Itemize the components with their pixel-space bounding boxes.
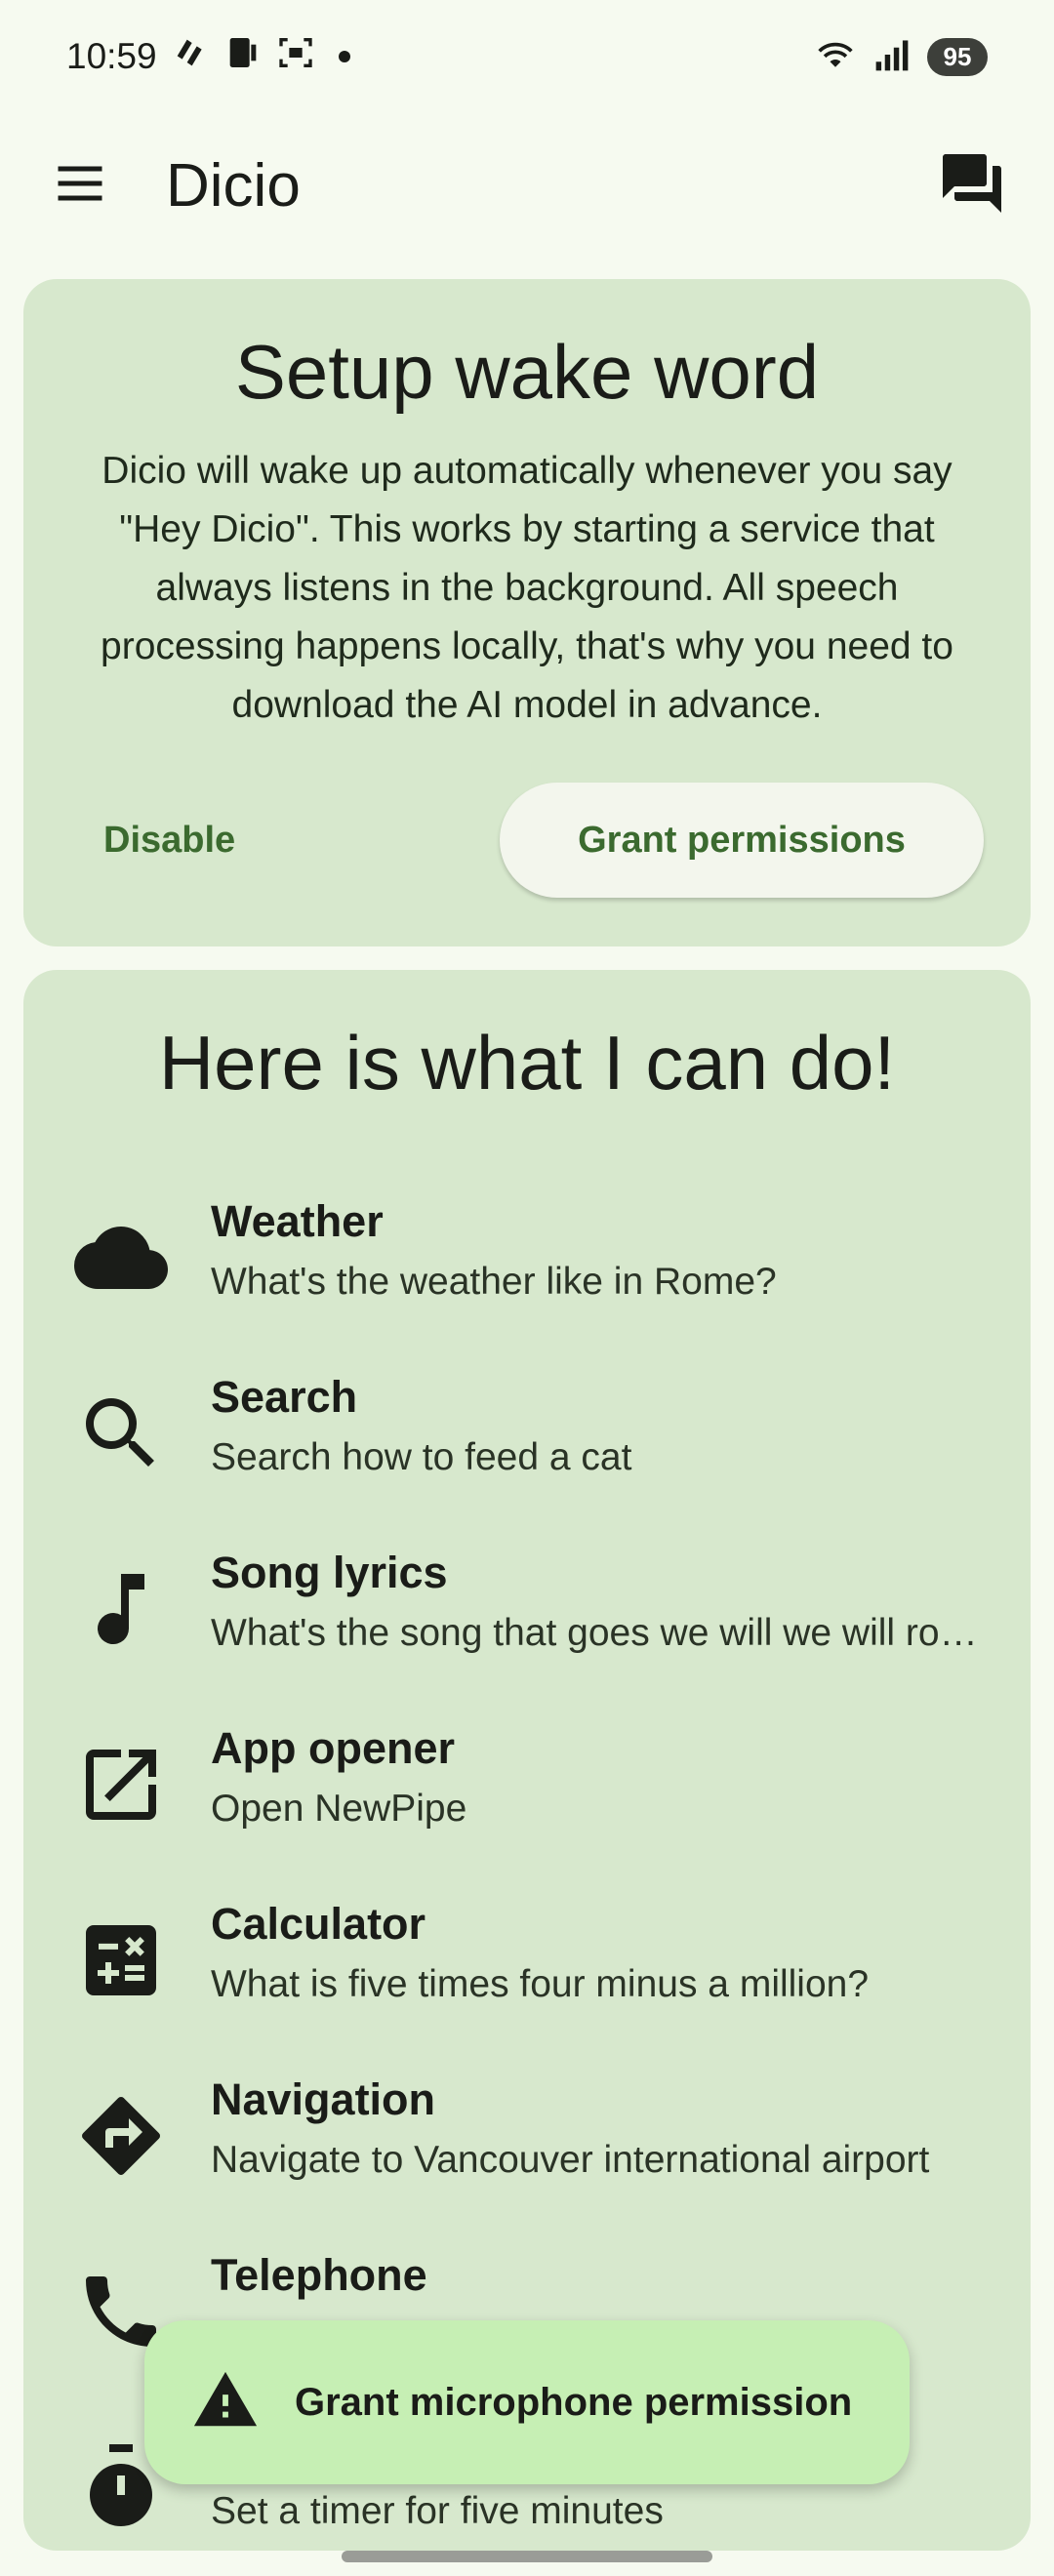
grant-permissions-button[interactable]: Grant permissions (500, 783, 984, 898)
skill-name: Weather (211, 1196, 384, 1246)
battery-indicator: 95 (927, 37, 988, 76)
skill-item-search[interactable]: Search Search how to feed a cat (23, 1350, 1031, 1526)
skill-name: App opener (211, 1723, 456, 1773)
skill-example: What's the weather like in Rome? (211, 1261, 777, 1303)
setup-description: Dicio will wake up automatically wheneve… (101, 450, 953, 726)
skill-name: Navigation (211, 2074, 436, 2124)
directions-icon (62, 2082, 180, 2190)
more-notifications-dot (338, 51, 350, 62)
skill-name: Calculator (211, 1899, 426, 1949)
open-in-new-icon (62, 1731, 180, 1838)
app-bar: Dicio (0, 127, 1054, 244)
skills-title: Here is what I can do! (158, 1020, 896, 1106)
device-icon (223, 33, 263, 81)
screenshot-icon (276, 33, 315, 81)
conversation-icon[interactable] (937, 148, 1007, 223)
skill-item-song-lyrics[interactable]: Song lyrics What's the song that goes we… (23, 1526, 1031, 1702)
notification-icon (171, 33, 210, 81)
skill-example: Navigate to Vancouver international airp… (211, 2139, 930, 2181)
disable-button[interactable]: Disable (82, 804, 257, 877)
status-left: 10:59 (66, 33, 350, 81)
warning-icon (191, 2366, 260, 2439)
skill-item-app-opener[interactable]: App opener Open NewPipe (23, 1702, 1031, 1877)
skill-name: Telephone (211, 2250, 427, 2300)
search-icon (62, 1380, 180, 1487)
setup-title: Setup wake word (234, 329, 820, 415)
signal-icon (871, 35, 913, 79)
status-bar: 10:59 95 (0, 0, 1054, 113)
cloud-icon (62, 1204, 180, 1311)
skill-name: Song lyrics (211, 1548, 448, 1597)
snackbar-text: Grant microphone permission (295, 2380, 853, 2424)
status-right: 95 (814, 35, 988, 79)
menu-icon[interactable] (51, 154, 109, 218)
skill-example: Open NewPipe (211, 1788, 467, 1830)
skill-item-weather[interactable]: Weather What's the weather like in Rome? (23, 1175, 1031, 1350)
calculator-icon (62, 1907, 180, 2014)
skill-item-navigation[interactable]: Navigation Navigate to Vancouver interna… (23, 2053, 1031, 2229)
skill-name: Search (211, 1372, 358, 1422)
microphone-permission-snackbar[interactable]: Grant microphone permission (144, 2320, 910, 2484)
music-note-icon (62, 1555, 180, 1663)
skill-example: What's the song that goes we will we wil… (211, 1612, 992, 1654)
setup-wake-word-card: Setup wake word Dicio will wake up autom… (23, 279, 1031, 946)
wifi-icon (814, 35, 857, 79)
skill-example: Search how to feed a cat (211, 1436, 632, 1478)
status-time: 10:59 (66, 36, 157, 76)
app-title: Dicio (166, 151, 301, 220)
gesture-navigation-bar[interactable] (342, 2551, 712, 2562)
skills-card: Here is what I can do! Weather What's th… (23, 970, 1031, 2551)
skill-example: Set a timer for five minutes (211, 2490, 664, 2532)
setup-actions: Disable Grant permissions (23, 783, 1031, 900)
skill-example: What is five times four minus a million? (211, 1963, 870, 2005)
skill-item-calculator[interactable]: Calculator What is five times four minus… (23, 1877, 1031, 2053)
